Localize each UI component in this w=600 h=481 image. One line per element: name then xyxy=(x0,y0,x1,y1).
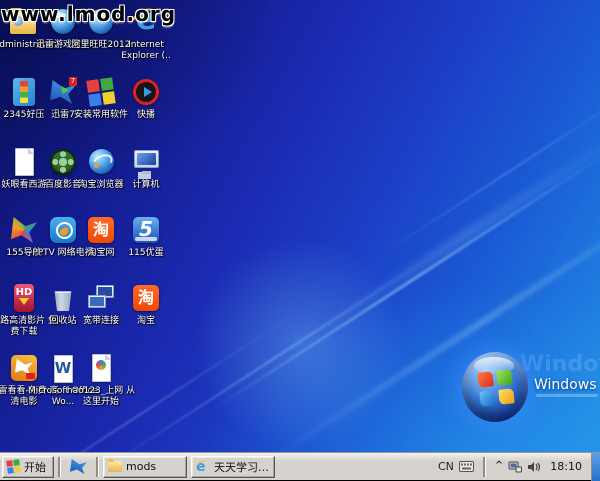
desktop-icon-computer[interactable]: 计算机 xyxy=(110,146,182,191)
windows-flag-icon xyxy=(6,459,21,474)
icon-label: 115优蛋 xyxy=(110,248,182,259)
taskbar-divider xyxy=(58,457,61,477)
taobao-icon: 淘 xyxy=(133,285,159,311)
window-title: mods xyxy=(126,460,156,473)
115-icon: 5 xyxy=(133,217,159,243)
windows7-logo-text: Windows7 xyxy=(534,372,600,394)
taskbar-divider xyxy=(96,457,99,477)
volume-icon[interactable] xyxy=(527,461,541,473)
desktop-icon-115[interactable]: 5 115优蛋 xyxy=(110,214,182,259)
icon-label: 计算机 xyxy=(110,180,182,191)
start-label: 开始 xyxy=(24,459,46,475)
desktop-icon-qvod[interactable]: 快播 xyxy=(110,76,182,121)
start-button[interactable]: 开始 xyxy=(2,456,54,478)
taskbar: 开始 mods e 天天学习 - ... CN ^ 18:10 xyxy=(0,452,600,480)
desktop-icon-taobao[interactable]: 淘 淘宝 xyxy=(110,282,182,327)
hidden-icons-chevron[interactable]: ^ xyxy=(495,460,503,471)
desktop-icon-hao123[interactable]: hao123_上网 从这里开始 xyxy=(65,352,137,408)
folder-icon xyxy=(108,461,122,472)
tray-divider xyxy=(483,457,486,477)
icon-label: Internet Explorer (.. xyxy=(110,40,182,62)
network-icon[interactable] xyxy=(508,461,522,473)
clock[interactable]: 18:10 xyxy=(546,460,586,473)
icon-label: 淘宝 xyxy=(110,316,182,327)
language-indicator[interactable]: CN xyxy=(438,460,454,473)
icon-label: hao123_上网 从这里开始 xyxy=(65,386,137,408)
windows-orb-logo xyxy=(462,352,528,422)
quicklaunch-thunder-icon[interactable] xyxy=(70,459,87,474)
taskbar-window-tiantian[interactable]: e 天天学习 - ... xyxy=(191,456,275,478)
network-connection-icon xyxy=(88,295,106,308)
show-desktop-button[interactable] xyxy=(591,453,600,481)
hao123-swirl-icon xyxy=(96,360,106,370)
wallpaper-light-beam xyxy=(358,72,600,270)
wallpaper-light-beam xyxy=(77,235,464,452)
windows-flag-icon xyxy=(477,369,514,406)
desktop: www.lmod.org Administrator 迅雷游戏盒子 阿里旺旺20… xyxy=(0,0,600,452)
site-watermark: www.lmod.org xyxy=(1,2,176,26)
window-title: 天天学习 - ... xyxy=(214,459,270,475)
windows7-edition-text xyxy=(536,394,598,397)
icon-label: 快播 xyxy=(110,110,182,121)
keyboard-icon[interactable] xyxy=(459,461,474,472)
qvod-icon xyxy=(133,79,159,105)
taskbar-window-mods[interactable]: mods xyxy=(103,456,187,478)
ie-icon: e xyxy=(196,460,210,474)
computer-icon xyxy=(134,150,159,168)
wallpaper-light-beam xyxy=(281,114,600,358)
windows7-branding: Windows 7 Windows7 xyxy=(450,340,600,440)
system-tray: CN ^ 18:10 xyxy=(438,453,600,480)
